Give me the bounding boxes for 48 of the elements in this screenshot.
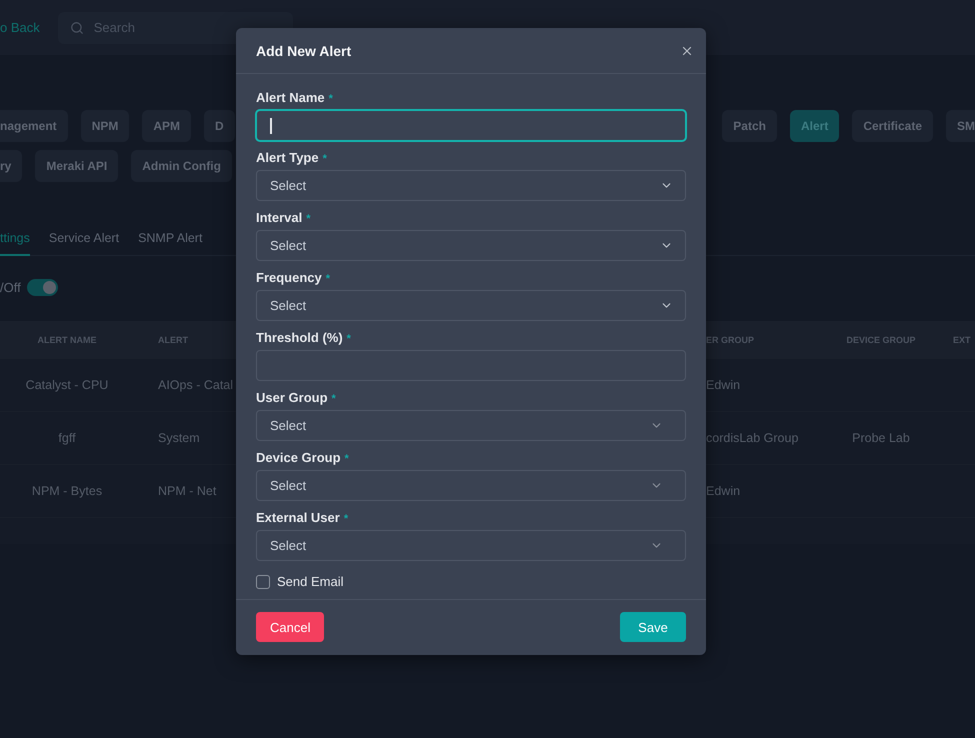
- checkbox-label: Send Email: [277, 574, 344, 589]
- table-cell-text: Catalyst - CPU: [24, 378, 110, 392]
- table-cell-text: AIOps - Catal: [157, 378, 234, 392]
- module-tab[interactable]: Meraki API: [35, 150, 118, 182]
- tab[interactable]: ttings: [0, 222, 30, 256]
- table-cell-text: NPM - Net: [157, 484, 218, 498]
- text-cursor: [270, 118, 272, 134]
- module-tab[interactable]: D: [204, 110, 235, 142]
- dialog-title: Add New Alert: [256, 42, 352, 58]
- table-cell-text: cordisLab Group: [706, 431, 800, 445]
- select-field[interactable]: Select: [256, 290, 686, 321]
- cancel-button[interactable]: Cancel: [256, 612, 324, 642]
- table-cell-text: NPM - Bytes: [30, 484, 104, 498]
- search-icon: [70, 20, 84, 34]
- table-cell-text: Probe Lab: [851, 431, 911, 445]
- toggle-switch[interactable]: [26, 278, 58, 296]
- field-label: Interval *: [256, 210, 312, 225]
- back-link[interactable]: o Back: [0, 20, 40, 35]
- module-tab[interactable]: Patch: [722, 110, 777, 142]
- field-label: Threshold (%) *: [256, 330, 352, 345]
- table-cell-text: Edwin: [706, 484, 742, 498]
- field-label: Frequency *: [256, 270, 332, 285]
- module-tab[interactable]: Admin Config: [131, 150, 232, 182]
- select-field[interactable]: Select: [256, 530, 686, 561]
- module-tab[interactable]: Certificate: [852, 110, 933, 142]
- table-cell-text: Edwin: [706, 378, 742, 392]
- module-tab[interactable]: nagement: [0, 110, 68, 142]
- module-tab[interactable]: ry: [0, 150, 22, 182]
- module-tab[interactable]: APM: [142, 110, 192, 142]
- save-button[interactable]: Save: [620, 612, 686, 642]
- field-label: External User *: [256, 510, 350, 525]
- select-field[interactable]: Select: [256, 410, 686, 441]
- field-label: Device Group *: [256, 450, 350, 465]
- field-label: User Group *: [256, 390, 337, 405]
- tab[interactable]: SNMP Alert: [138, 222, 202, 256]
- module-tab[interactable]: SM: [946, 110, 975, 142]
- table-cell-text: fgff: [57, 431, 77, 445]
- checkbox[interactable]: [256, 574, 270, 588]
- table-cell-text: System: [157, 431, 201, 445]
- field-label: Alert Type *: [256, 150, 328, 165]
- toggle-label: /Off: [0, 280, 21, 294]
- select-field[interactable]: Select: [256, 470, 686, 501]
- field-label: Alert Name *: [256, 90, 334, 105]
- module-tab[interactable]: NPM: [80, 110, 130, 142]
- select-field[interactable]: Select: [256, 170, 686, 201]
- tab[interactable]: Service Alert: [48, 222, 120, 256]
- select-field[interactable]: Select: [256, 230, 686, 261]
- text-field[interactable]: [256, 110, 686, 141]
